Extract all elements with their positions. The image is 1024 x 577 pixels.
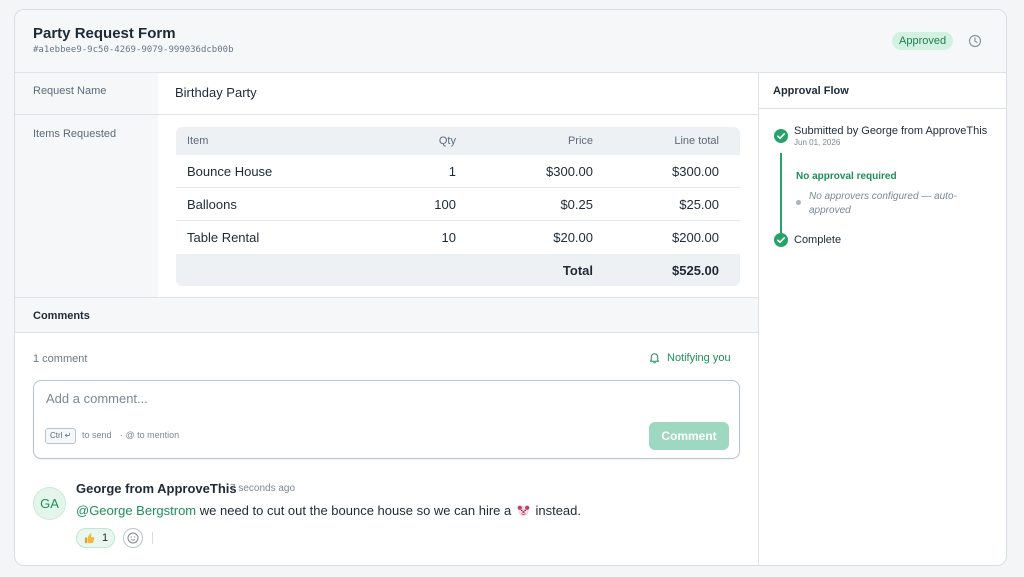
mention-link[interactable]: @George Bergstrom	[76, 503, 196, 518]
item-name: Bounce House	[187, 163, 273, 179]
comment-text-after: instead.	[531, 503, 582, 518]
request-name-label: Request Name	[33, 85, 107, 97]
bell-icon	[649, 353, 660, 364]
request-details: Request Name Birthday Party Items Reques…	[15, 73, 758, 565]
item-price: $20.00	[553, 230, 593, 245]
table-row: Bounce House 1 $300.00 $300.00	[176, 155, 740, 188]
page-title: Party Request Form	[33, 25, 176, 42]
comment-count: 1 comment	[33, 353, 88, 365]
item-line-total: $200.00	[672, 230, 719, 245]
flow-step-title: Submitted by George from ApproveThis	[794, 125, 988, 137]
send-hint: to send	[82, 430, 112, 440]
item-qty: 100	[434, 196, 456, 212]
col-qty-header: Qty	[438, 135, 456, 147]
approval-flow-header: Approval Flow	[759, 73, 1006, 109]
col-price-header: Price	[567, 135, 593, 147]
flow-step-date: Jun 01, 2026	[794, 138, 841, 147]
comment-submit-button[interactable]: Comment	[649, 422, 729, 450]
comment-body: @George Bergstrom we need to cut out the…	[76, 503, 581, 518]
comment-time: 7 seconds ago	[230, 483, 296, 494]
item-line-total: $300.00	[672, 163, 719, 179]
request-name-value: Birthday Party	[175, 85, 257, 100]
flow-step-title: Complete	[794, 234, 842, 246]
flow-connector	[780, 153, 782, 241]
col-line-total-header: Line total	[674, 135, 719, 147]
status-badge: Approved	[892, 32, 954, 50]
comments-header: Comments	[15, 297, 758, 333]
history-icon[interactable]	[967, 33, 983, 49]
items-table: Item Qty Price Line total Bounce House 1…	[176, 127, 740, 286]
item-qty: 10	[441, 230, 456, 245]
label-column	[15, 115, 158, 297]
item-name: Balloons	[187, 196, 237, 212]
page-header: Party Request Form #a1ebbee9-9c50-4269-9…	[15, 10, 1006, 73]
comment-text-before: we need to cut out the bounce house so w…	[196, 503, 515, 518]
item-name: Table Rental	[187, 230, 260, 245]
items-requested-label: Items Requested	[33, 128, 117, 140]
item-line-total: $25.00	[679, 196, 719, 212]
approval-flow-title: Approval Flow	[773, 85, 849, 97]
no-approvers-note: No approvers configured — auto-approved	[809, 191, 957, 216]
add-reaction-button[interactable]	[123, 528, 143, 548]
total-value: $525.00	[672, 262, 719, 278]
bullet	[796, 200, 801, 205]
total-label: Total	[562, 262, 593, 278]
table-total-row: Total $525.00	[176, 254, 740, 286]
comment-input[interactable]	[46, 391, 726, 406]
no-approval-label: No approval required	[796, 171, 897, 182]
table-row: Balloons 100 $0.25 $25.00	[176, 188, 740, 221]
col-item-header: Item	[187, 135, 209, 147]
mention-hint: · @ to mention	[120, 430, 180, 440]
request-id: #a1ebbee9-9c50-4269-9079-999036dcb00b	[33, 45, 234, 55]
table-row: Table Rental 10 $20.00 $200.00	[176, 221, 740, 254]
divider	[152, 532, 153, 544]
ctrl-enter-key: Ctrl ↵	[45, 428, 77, 444]
avatar: GA	[33, 487, 66, 520]
party-request-card: Party Request Form #a1ebbee9-9c50-4269-9…	[14, 9, 1007, 566]
item-price: $300.00	[546, 163, 593, 179]
check-circle-icon	[774, 233, 788, 247]
clown-emoji-icon	[517, 505, 530, 517]
check-circle-icon	[774, 129, 788, 143]
smiley-icon	[127, 532, 139, 544]
thumbs-up-reaction[interactable]: 1	[76, 528, 116, 548]
comment-author: George from ApproveThis	[76, 481, 237, 496]
item-qty: 1	[448, 163, 456, 179]
approval-flow-panel: Approval Flow Submitted by George from A…	[758, 73, 1006, 565]
comment-composer: Ctrl ↵ to send · @ to mention Comment	[33, 380, 740, 459]
notify-label: Notifying you	[667, 351, 731, 364]
reaction-count: 1	[102, 532, 109, 544]
comments-title: Comments	[33, 310, 90, 322]
item-price: $0.25	[560, 196, 593, 212]
table-header: Item Qty Price Line total	[176, 127, 740, 155]
thumbs-up-icon	[84, 533, 95, 543]
notify-toggle[interactable]: Notifying you	[648, 351, 731, 364]
